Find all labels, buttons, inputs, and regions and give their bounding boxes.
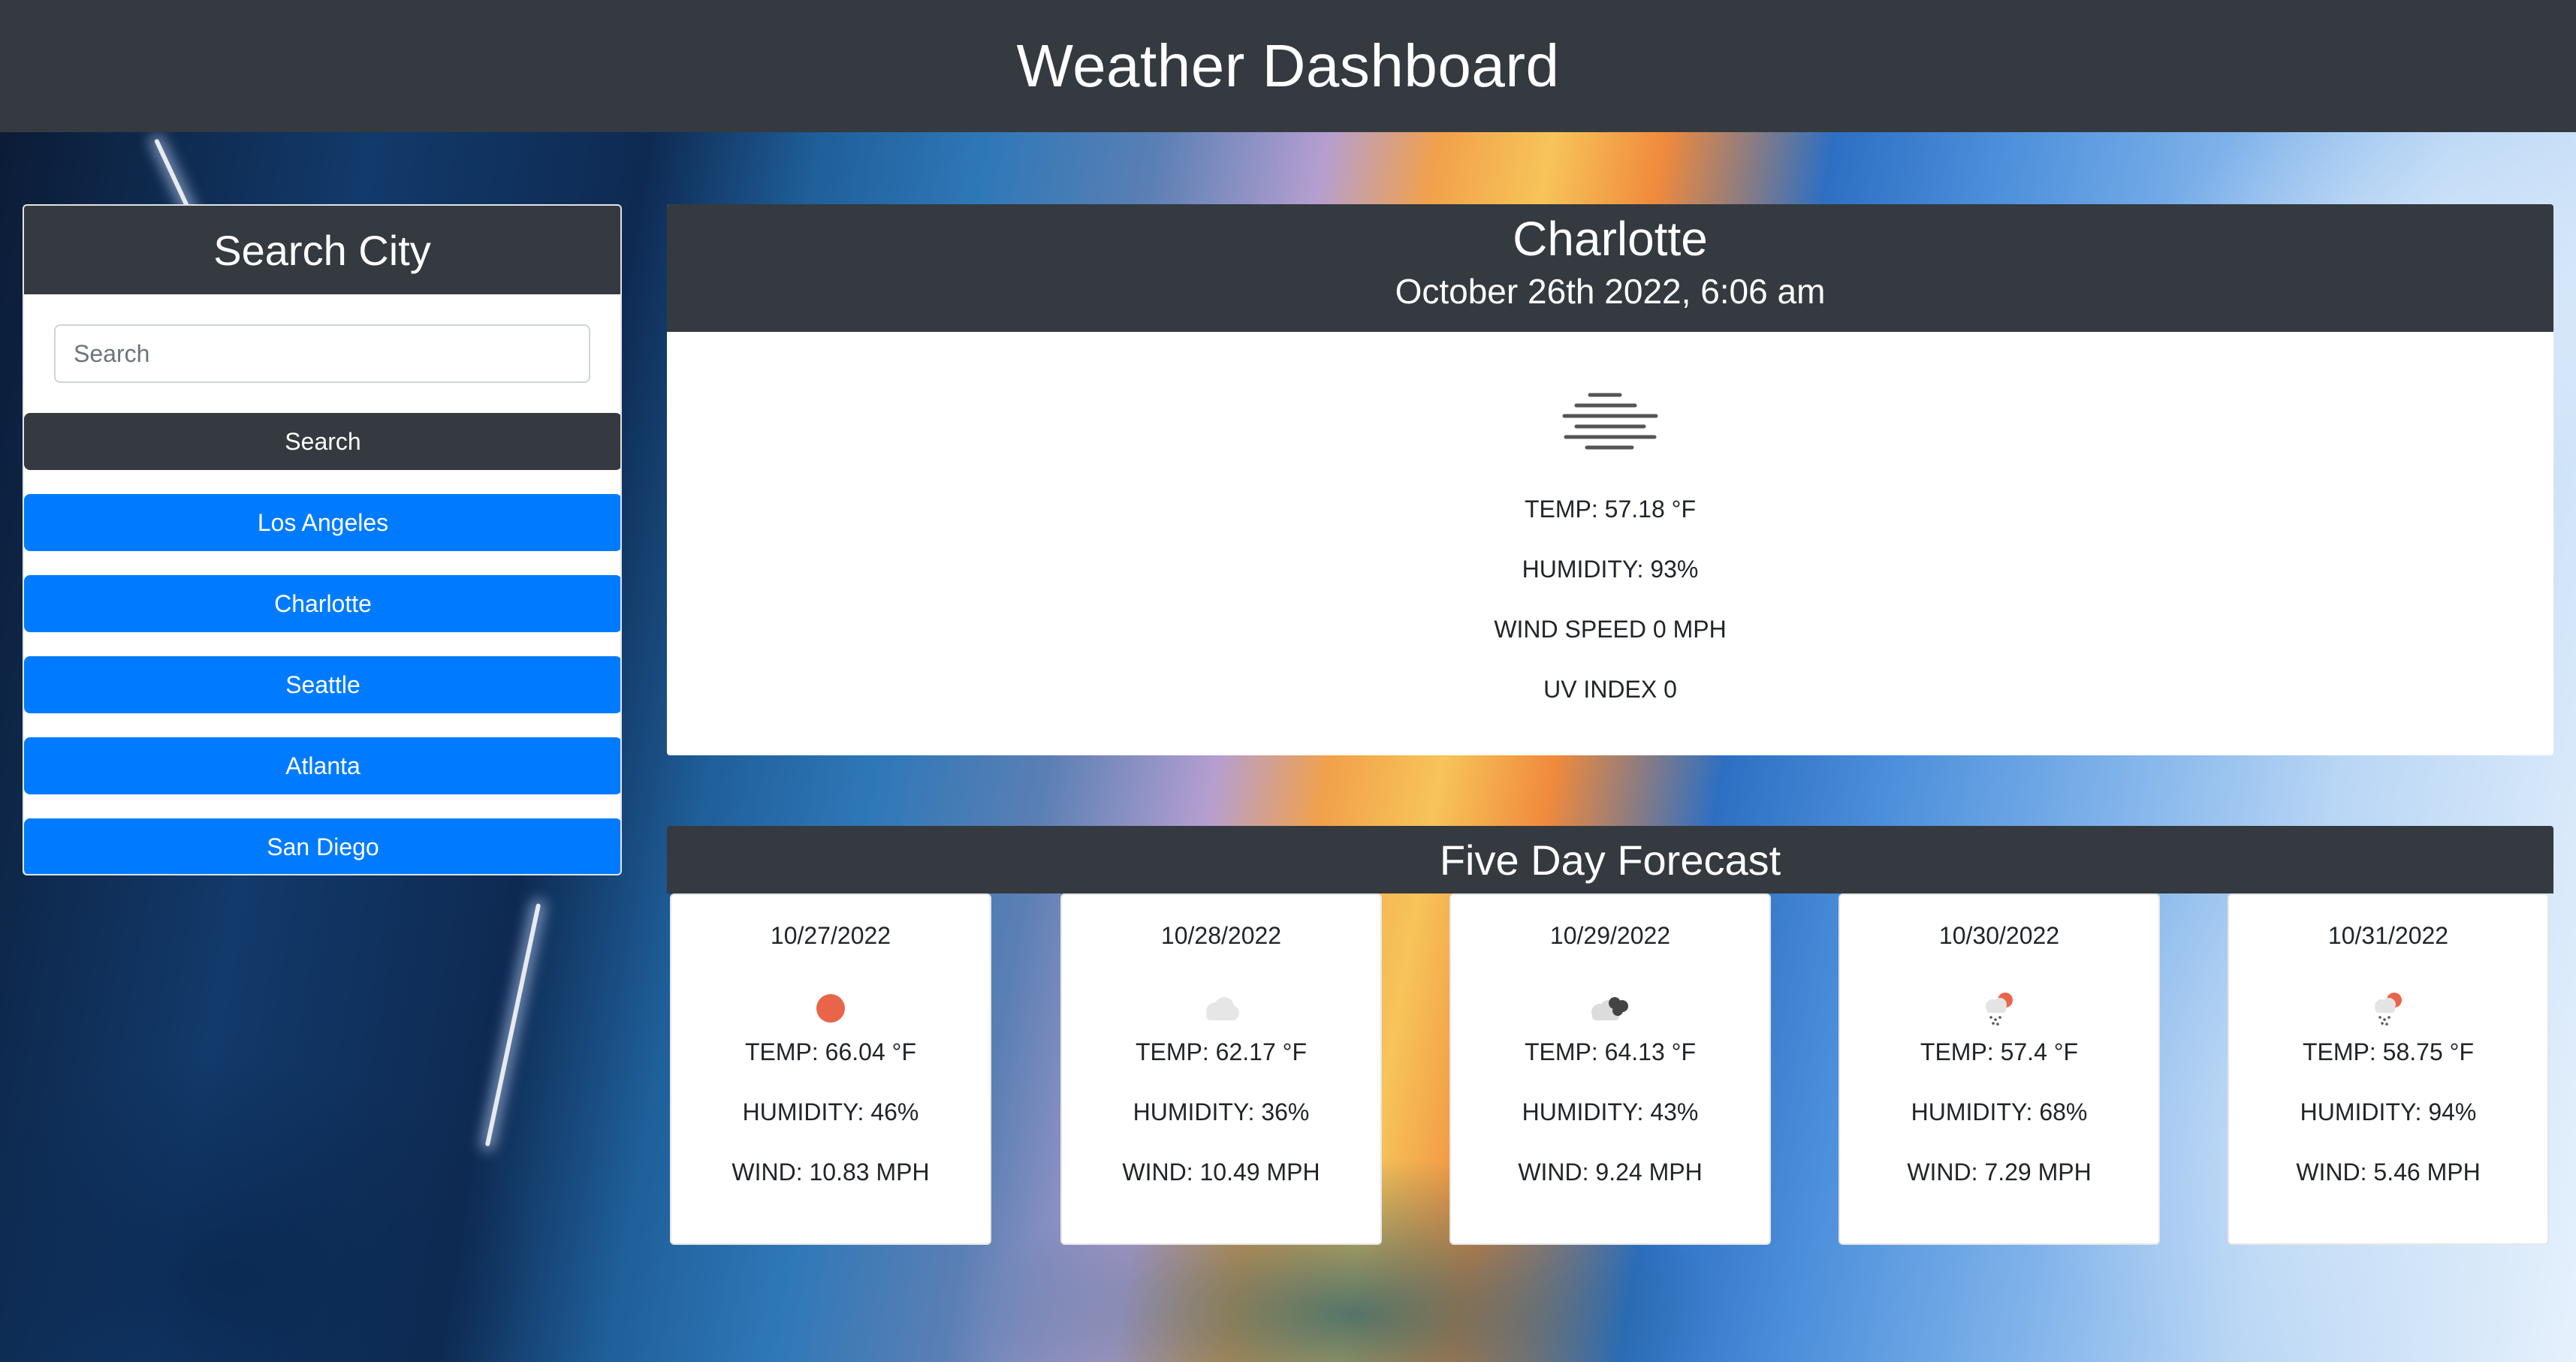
forecast-humidity: HUMIDITY: 36% xyxy=(1133,1098,1310,1125)
sun-icon xyxy=(671,986,990,1031)
fog-icon xyxy=(667,390,2553,458)
current-weather-header: Charlotte October 26th 2022, 6:06 am xyxy=(667,204,2553,332)
cloud-icon xyxy=(1062,986,1380,1031)
forecast-cards: 10/27/2022 TEMP: 66.04 °F HUMIDITY: 46% … xyxy=(670,893,2553,1245)
forecast-humidity: HUMIDITY: 46% xyxy=(742,1098,919,1125)
history-button-seattle[interactable]: Seattle xyxy=(24,656,620,713)
current-humidity: HUMIDITY: 93% xyxy=(1522,556,1699,583)
search-panel-title: Search City xyxy=(24,206,620,294)
search-button[interactable]: Search xyxy=(24,413,620,470)
forecast-humidity: HUMIDITY: 94% xyxy=(2300,1098,2477,1125)
top-bar: Weather Dashboard xyxy=(0,0,2576,132)
forecast-card: 10/28/2022 TEMP: 62.17 °F HUMIDITY: 36% … xyxy=(1060,893,1382,1245)
current-uv-index: UV INDEX 0 xyxy=(1543,676,1677,703)
forecast-date: 10/27/2022 xyxy=(770,922,891,949)
current-temp: TEMP: 57.18 °F xyxy=(1525,496,1696,523)
forecast-card: 10/31/2022 TEMP: 58.75 °F HUMIDITY: 94% … xyxy=(2228,893,2549,1245)
forecast-card: 10/30/2022 TEMP: 57.4 °F HUMIDITY: 68% W… xyxy=(1838,893,2160,1245)
forecast-title: Five Day Forecast xyxy=(667,826,2553,893)
forecast-wind: WIND: 10.83 MPH xyxy=(731,1159,930,1186)
page-title: Weather Dashboard xyxy=(1016,32,1560,99)
history-button-charlotte[interactable]: Charlotte xyxy=(24,575,620,632)
forecast-date: 10/30/2022 xyxy=(1938,922,2060,949)
current-datetime: October 26th 2022, 6:06 am xyxy=(1395,272,1826,311)
forecast-date: 10/28/2022 xyxy=(1160,922,1282,949)
forecast-wind: WIND: 9.24 MPH xyxy=(1518,1159,1703,1186)
search-panel: Search City Search Los Angeles Charlotte… xyxy=(23,204,622,875)
forecast-card: 10/29/2022 TEMP: 64.13 °F HUMIDITY: 43% … xyxy=(1449,893,1771,1245)
current-city-name: Charlotte xyxy=(1513,212,1708,266)
forecast-wind: WIND: 7.29 MPH xyxy=(1907,1159,2092,1186)
forecast-temp: TEMP: 57.4 °F xyxy=(1920,1038,2079,1065)
forecast-temp: TEMP: 64.13 °F xyxy=(1525,1038,1696,1065)
search-history-list: Los Angeles Charlotte Seattle Atlanta Sa… xyxy=(24,494,620,874)
forecast-temp: TEMP: 66.04 °F xyxy=(745,1038,916,1065)
forecast-card: 10/27/2022 TEMP: 66.04 °F HUMIDITY: 46% … xyxy=(670,893,991,1245)
forecast-temp: TEMP: 62.17 °F xyxy=(1136,1038,1307,1065)
rain-sun-icon xyxy=(1840,986,2158,1031)
forecast-wind: WIND: 10.49 MPH xyxy=(1122,1159,1320,1186)
broken-clouds-icon xyxy=(1451,986,1769,1031)
forecast-wind: WIND: 5.46 MPH xyxy=(2296,1159,2481,1186)
current-weather-card: Charlotte October 26th 2022, 6:06 am TEM… xyxy=(667,204,2553,755)
current-wind: WIND SPEED 0 MPH xyxy=(1494,616,1727,643)
search-input[interactable] xyxy=(54,324,590,383)
forecast-date: 10/29/2022 xyxy=(1549,922,1671,949)
history-button-atlanta[interactable]: Atlanta xyxy=(24,737,620,794)
forecast-date: 10/31/2022 xyxy=(2327,922,2449,949)
history-button-los-angeles[interactable]: Los Angeles xyxy=(24,494,620,551)
forecast-humidity: HUMIDITY: 43% xyxy=(1522,1098,1699,1125)
history-button-san-diego[interactable]: San Diego xyxy=(24,818,620,874)
forecast-humidity: HUMIDITY: 68% xyxy=(1911,1098,2088,1125)
forecast-temp: TEMP: 58.75 °F xyxy=(2303,1038,2474,1065)
rain-sun-icon xyxy=(2229,986,2547,1031)
